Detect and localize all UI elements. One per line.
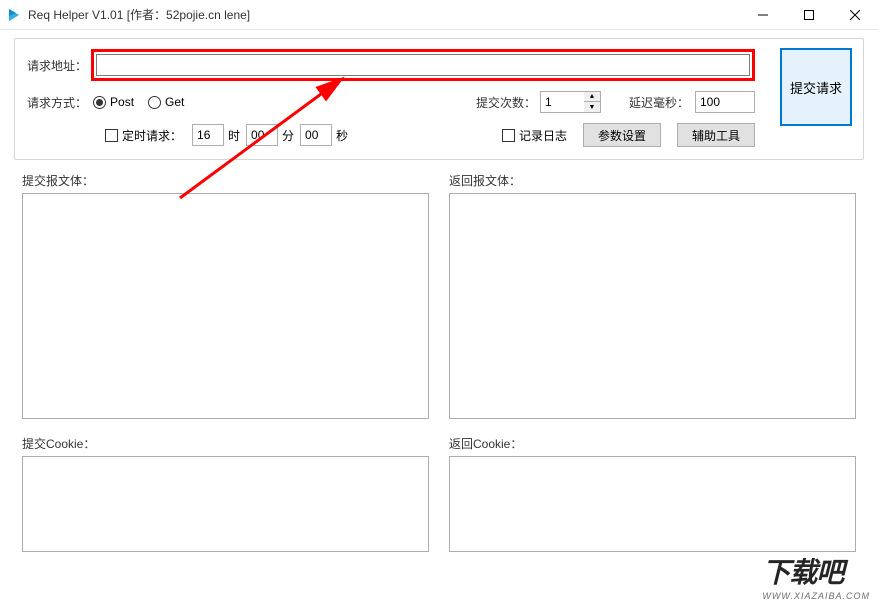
log-label: 记录日志 <box>519 127 567 144</box>
app-icon <box>6 7 22 23</box>
second-unit: 秒 <box>336 127 348 144</box>
hour-input[interactable] <box>192 124 224 146</box>
response-body-label: 返回报文体： <box>449 172 856 189</box>
watermark-sub: WWW.XIAZAIBA.COM <box>762 591 870 601</box>
post-label: Post <box>110 95 134 109</box>
request-body-textarea[interactable] <box>22 193 429 419</box>
param-settings-button[interactable]: 参数设置 <box>583 123 661 147</box>
helper-tools-button[interactable]: 辅助工具 <box>677 123 755 147</box>
watermark-main: 下载吧 <box>762 551 870 591</box>
hour-unit: 时 <box>228 127 240 144</box>
delay-input[interactable] <box>695 91 755 113</box>
spinner-down[interactable]: ▼ <box>584 102 600 112</box>
method-radio-group: Post Get <box>93 95 184 109</box>
request-body-label: 提交报文体： <box>22 172 429 189</box>
watermark: 下载吧 WWW.XIAZAIBA.COM <box>762 551 870 601</box>
delay-label: 延迟毫秒： <box>629 94 689 111</box>
window-controls <box>740 0 878 29</box>
request-panel: 请求地址： 请求方式： Post Get 提交次数： <box>14 38 864 160</box>
submit-count-input[interactable] <box>540 91 584 113</box>
timed-request-label: 定时请求： <box>122 127 182 144</box>
response-cookie-textarea[interactable] <box>449 456 856 552</box>
timed-request-checkbox[interactable]: 定时请求： <box>105 127 182 144</box>
request-cookie-textarea[interactable] <box>22 456 429 552</box>
minute-unit: 分 <box>282 127 294 144</box>
titlebar: Req Helper V1.01 [作者：52pojie.cn lene] <box>0 0 878 30</box>
get-label: Get <box>165 95 184 109</box>
method-label: 请求方式： <box>27 94 87 111</box>
response-cookie-label: 返回Cookie： <box>449 435 856 452</box>
checkbox-icon <box>105 129 118 142</box>
submit-request-button[interactable]: 提交请求 <box>780 48 852 126</box>
close-button[interactable] <box>832 0 878 29</box>
post-radio[interactable]: Post <box>93 95 134 109</box>
spinner-up[interactable]: ▲ <box>584 92 600 102</box>
body-panels: 提交报文体： 返回报文体： <box>0 160 878 419</box>
request-cookie-label: 提交Cookie： <box>22 435 429 452</box>
response-body-textarea[interactable] <box>449 193 856 419</box>
log-checkbox[interactable]: 记录日志 <box>502 127 567 144</box>
second-input[interactable] <box>300 124 332 146</box>
cookie-panels: 提交Cookie： 返回Cookie： <box>0 419 878 552</box>
checkbox-icon <box>502 129 515 142</box>
radio-icon <box>93 96 106 109</box>
minute-input[interactable] <box>246 124 278 146</box>
url-input[interactable] <box>96 54 750 76</box>
radio-icon <box>148 96 161 109</box>
maximize-button[interactable] <box>786 0 832 29</box>
get-radio[interactable]: Get <box>148 95 184 109</box>
url-highlight-box <box>91 49 755 81</box>
url-label: 请求地址： <box>27 57 87 74</box>
window-title: Req Helper V1.01 [作者：52pojie.cn lene] <box>28 6 740 23</box>
submit-count-label: 提交次数： <box>476 94 536 111</box>
minimize-button[interactable] <box>740 0 786 29</box>
